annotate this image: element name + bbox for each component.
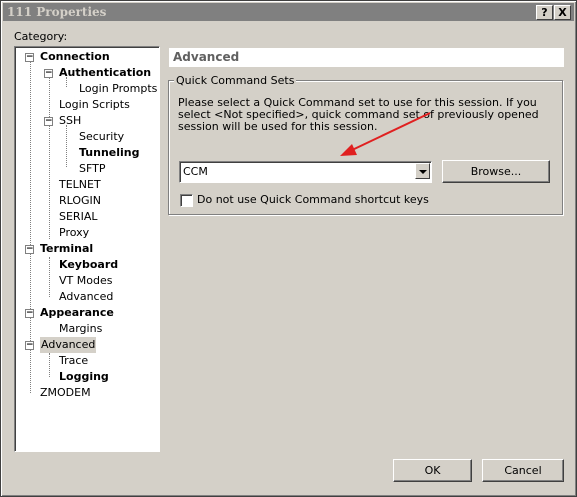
arrow-head xyxy=(340,144,357,156)
arrow-shaft xyxy=(349,112,431,152)
annotation-arrow-icon xyxy=(340,112,431,156)
